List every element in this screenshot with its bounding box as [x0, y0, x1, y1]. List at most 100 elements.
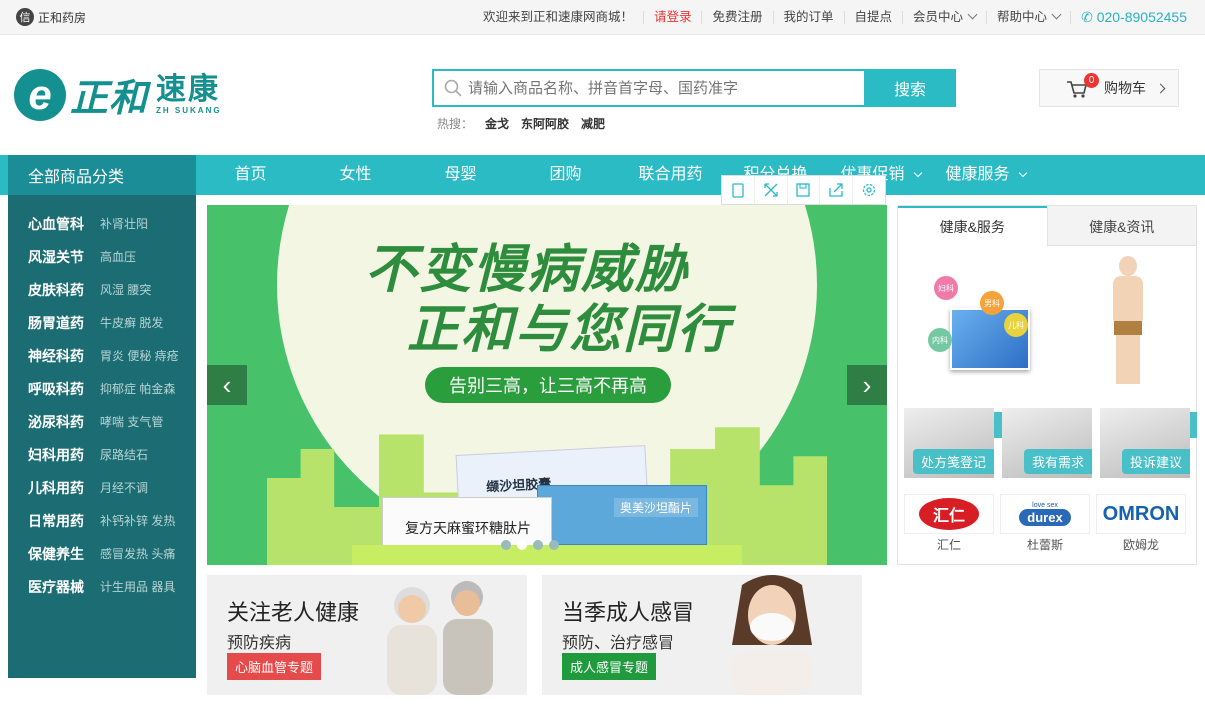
prescription-tile[interactable]: 处方笺登记 [904, 408, 994, 478]
all-categories-button[interactable]: 全部商品分类 [8, 155, 196, 195]
carousel-dot[interactable] [533, 540, 543, 550]
logo-mark: e [14, 68, 66, 121]
complaint-label: 投诉建议 [1121, 449, 1190, 474]
promo-adult-cold[interactable]: 当季成人感冒 预防、治疗感冒 成人感冒专题 [542, 575, 862, 695]
carousel-dot[interactable] [501, 540, 511, 550]
brand-name[interactable]: 欧姆龙 [1096, 536, 1186, 553]
carousel-dots [501, 540, 559, 550]
logo-name2: 速康 [156, 73, 221, 106]
cart-button[interactable]: 0 购物车 [1039, 69, 1179, 107]
banner-title-line2: 正和与您同行 [407, 301, 732, 359]
category-sub[interactable]: 胃炎 便秘 痔疮 [100, 347, 179, 364]
brand-logo-omron[interactable]: OMRON [1096, 494, 1186, 534]
brand-logo-durex[interactable]: love sex durex [1000, 494, 1090, 534]
carousel-prev-button[interactable]: ‹ [207, 365, 247, 405]
hot-link[interactable]: 金戈 [485, 115, 509, 132]
category-name: 呼吸科药 [28, 380, 84, 397]
service-area: 妇科 男科 儿科 内科 科室 部位 [898, 246, 1197, 438]
hospital-illustration[interactable]: 妇科 男科 儿科 内科 [928, 266, 1048, 386]
category-name: 风湿关节 [28, 248, 84, 265]
pickup-link[interactable]: 自提点 [843, 10, 903, 24]
promo-tag[interactable]: 心脑血管专题 [227, 653, 322, 680]
sidebar-item[interactable]: 风湿关节 高血压 [8, 240, 196, 273]
top-bar: 信 正和药房 欢迎来到正和速康网商城！ 请登录 免费注册 我的订单 自提点 会员… [0, 0, 1205, 35]
hotline: ✆ 020-89052455 [1070, 10, 1187, 24]
carousel-next-button[interactable]: › [847, 365, 887, 405]
sidebar-item[interactable]: 泌尿科药 哮喘 支气管 [8, 405, 196, 438]
store-brand[interactable]: 信 正和药房 [16, 8, 86, 26]
share-icon[interactable] [820, 176, 854, 204]
sidebar-item[interactable]: 心血管科 补肾壮阳 [8, 207, 196, 240]
store-name: 正和药房 [38, 10, 87, 25]
sidebar-item[interactable]: 呼吸科药 抑郁症 帕金森 [8, 372, 196, 405]
category-sub[interactable]: 高血压 [100, 248, 136, 265]
category-name: 医疗器械 [28, 578, 84, 595]
sidebar-item[interactable]: 日常用药 补钙补锌 发热 [8, 504, 196, 537]
chevron-down-icon [1018, 168, 1027, 178]
complaint-tile[interactable]: 投诉建议 [1100, 408, 1190, 478]
hot-link[interactable]: 减肥 [581, 115, 605, 132]
sidebar-item[interactable]: 医疗器械 计生用品 器具 [8, 570, 196, 603]
bubble-andrology[interactable]: 男科 [980, 291, 1004, 315]
category-sub[interactable]: 抑郁症 帕金森 [100, 380, 175, 397]
welcome-text: 欢迎来到正和速康网商城！ [482, 9, 633, 24]
promo-elderly-health[interactable]: 关注老人健康 预防疾病 心脑血管专题 [207, 575, 527, 695]
hero-banner[interactable]: 不变慢病威胁 正和与您同行 告别三高，让三高不再高 缬沙坦胶囊 奥美沙坦酯片 复… [207, 205, 887, 565]
category-sub[interactable]: 月经不调 [100, 479, 148, 496]
nav-group-buy[interactable]: 团购 [513, 155, 618, 195]
carousel-dot[interactable] [549, 540, 559, 550]
brand-logo-huiren[interactable]: 汇仁 [904, 494, 994, 534]
expand-icon[interactable] [755, 176, 788, 204]
nav-women[interactable]: 女性 [303, 155, 408, 195]
brand-name[interactable]: 杜蕾斯 [1000, 536, 1090, 553]
floating-toolbar [721, 175, 886, 205]
category-sub[interactable]: 感冒发热 头痛 [100, 545, 175, 562]
category-sub[interactable]: 风湿 腰突 [100, 281, 151, 298]
sidebar-item[interactable]: 儿科用药 月经不调 [8, 471, 196, 504]
sidebar-item[interactable]: 神经科药 胃炎 便秘 痔疮 [8, 339, 196, 372]
category-sub[interactable]: 计生用品 器具 [100, 578, 175, 595]
search-input[interactable] [468, 79, 848, 97]
tab-health-services[interactable]: 健康&服务 [898, 206, 1047, 246]
category-name: 肠胃道药 [28, 314, 84, 331]
save-icon[interactable] [788, 176, 821, 204]
body-torso [1113, 276, 1143, 326]
nav-health-services[interactable]: 健康服务 [933, 155, 1038, 195]
bubble-gynecology[interactable]: 妇科 [934, 276, 958, 300]
nav-mother-baby[interactable]: 母婴 [408, 155, 513, 195]
settings-icon[interactable] [853, 176, 885, 204]
phone-view-icon[interactable] [722, 176, 755, 204]
search-button[interactable]: 搜索 [864, 69, 956, 107]
category-sub[interactable]: 牛皮癣 脱发 [100, 314, 163, 331]
brand-logos: 汇仁 love sex durex OMRON [904, 494, 1186, 534]
site-logo[interactable]: e 正和 速康 ZH SUKANG [14, 67, 222, 122]
category-sub[interactable]: 哮喘 支气管 [100, 413, 163, 430]
chevron-down-icon [913, 168, 922, 178]
sidebar-item[interactable]: 保健养生 感冒发热 头痛 [8, 537, 196, 570]
bubble-pediatrics[interactable]: 儿科 [1004, 313, 1028, 337]
nav-combined-meds[interactable]: 联合用药 [618, 155, 723, 195]
tab-health-news[interactable]: 健康&资讯 [1046, 206, 1196, 246]
category-sub[interactable]: 补肾壮阳 [100, 215, 148, 232]
request-tile[interactable]: 我有需求 [1002, 408, 1092, 478]
login-link[interactable]: 请登录 [642, 10, 702, 24]
cart-label: 购物车 [1104, 80, 1146, 96]
orders-link[interactable]: 我的订单 [772, 10, 844, 24]
promo-tag[interactable]: 成人感冒专题 [562, 653, 657, 680]
carousel-dot-active[interactable] [517, 540, 527, 550]
sidebar-item[interactable]: 肠胃道药 牛皮癣 脱发 [8, 306, 196, 339]
sidebar-item[interactable]: 皮肤科药 风湿 腰突 [8, 273, 196, 306]
category-sidebar: 心血管科 补肾壮阳 风湿关节 高血压 皮肤科药 风湿 腰突 肠胃道药 牛皮癣 脱发 神经… [8, 195, 196, 678]
register-link[interactable]: 免费注册 [701, 10, 772, 24]
help-center-menu[interactable]: 帮助中心 [986, 9, 1070, 24]
human-body-illustration[interactable] [1103, 256, 1153, 386]
category-sub[interactable]: 补钙补锌 发热 [100, 512, 175, 529]
category-sub[interactable]: 尿路结石 [100, 446, 148, 463]
hot-link[interactable]: 东阿阿胶 [521, 115, 569, 132]
top-links: 欢迎来到正和速康网商城！ 请登录 免费注册 我的订单 自提点 会员中心 帮助中心… [473, 0, 1187, 34]
sidebar-item[interactable]: 妇科用药 尿路结石 [8, 438, 196, 471]
brand-name[interactable]: 汇仁 [904, 536, 994, 553]
bubble-internal[interactable]: 内科 [928, 328, 952, 352]
nav-home[interactable]: 首页 [198, 155, 303, 195]
member-center-menu[interactable]: 会员中心 [902, 9, 986, 24]
